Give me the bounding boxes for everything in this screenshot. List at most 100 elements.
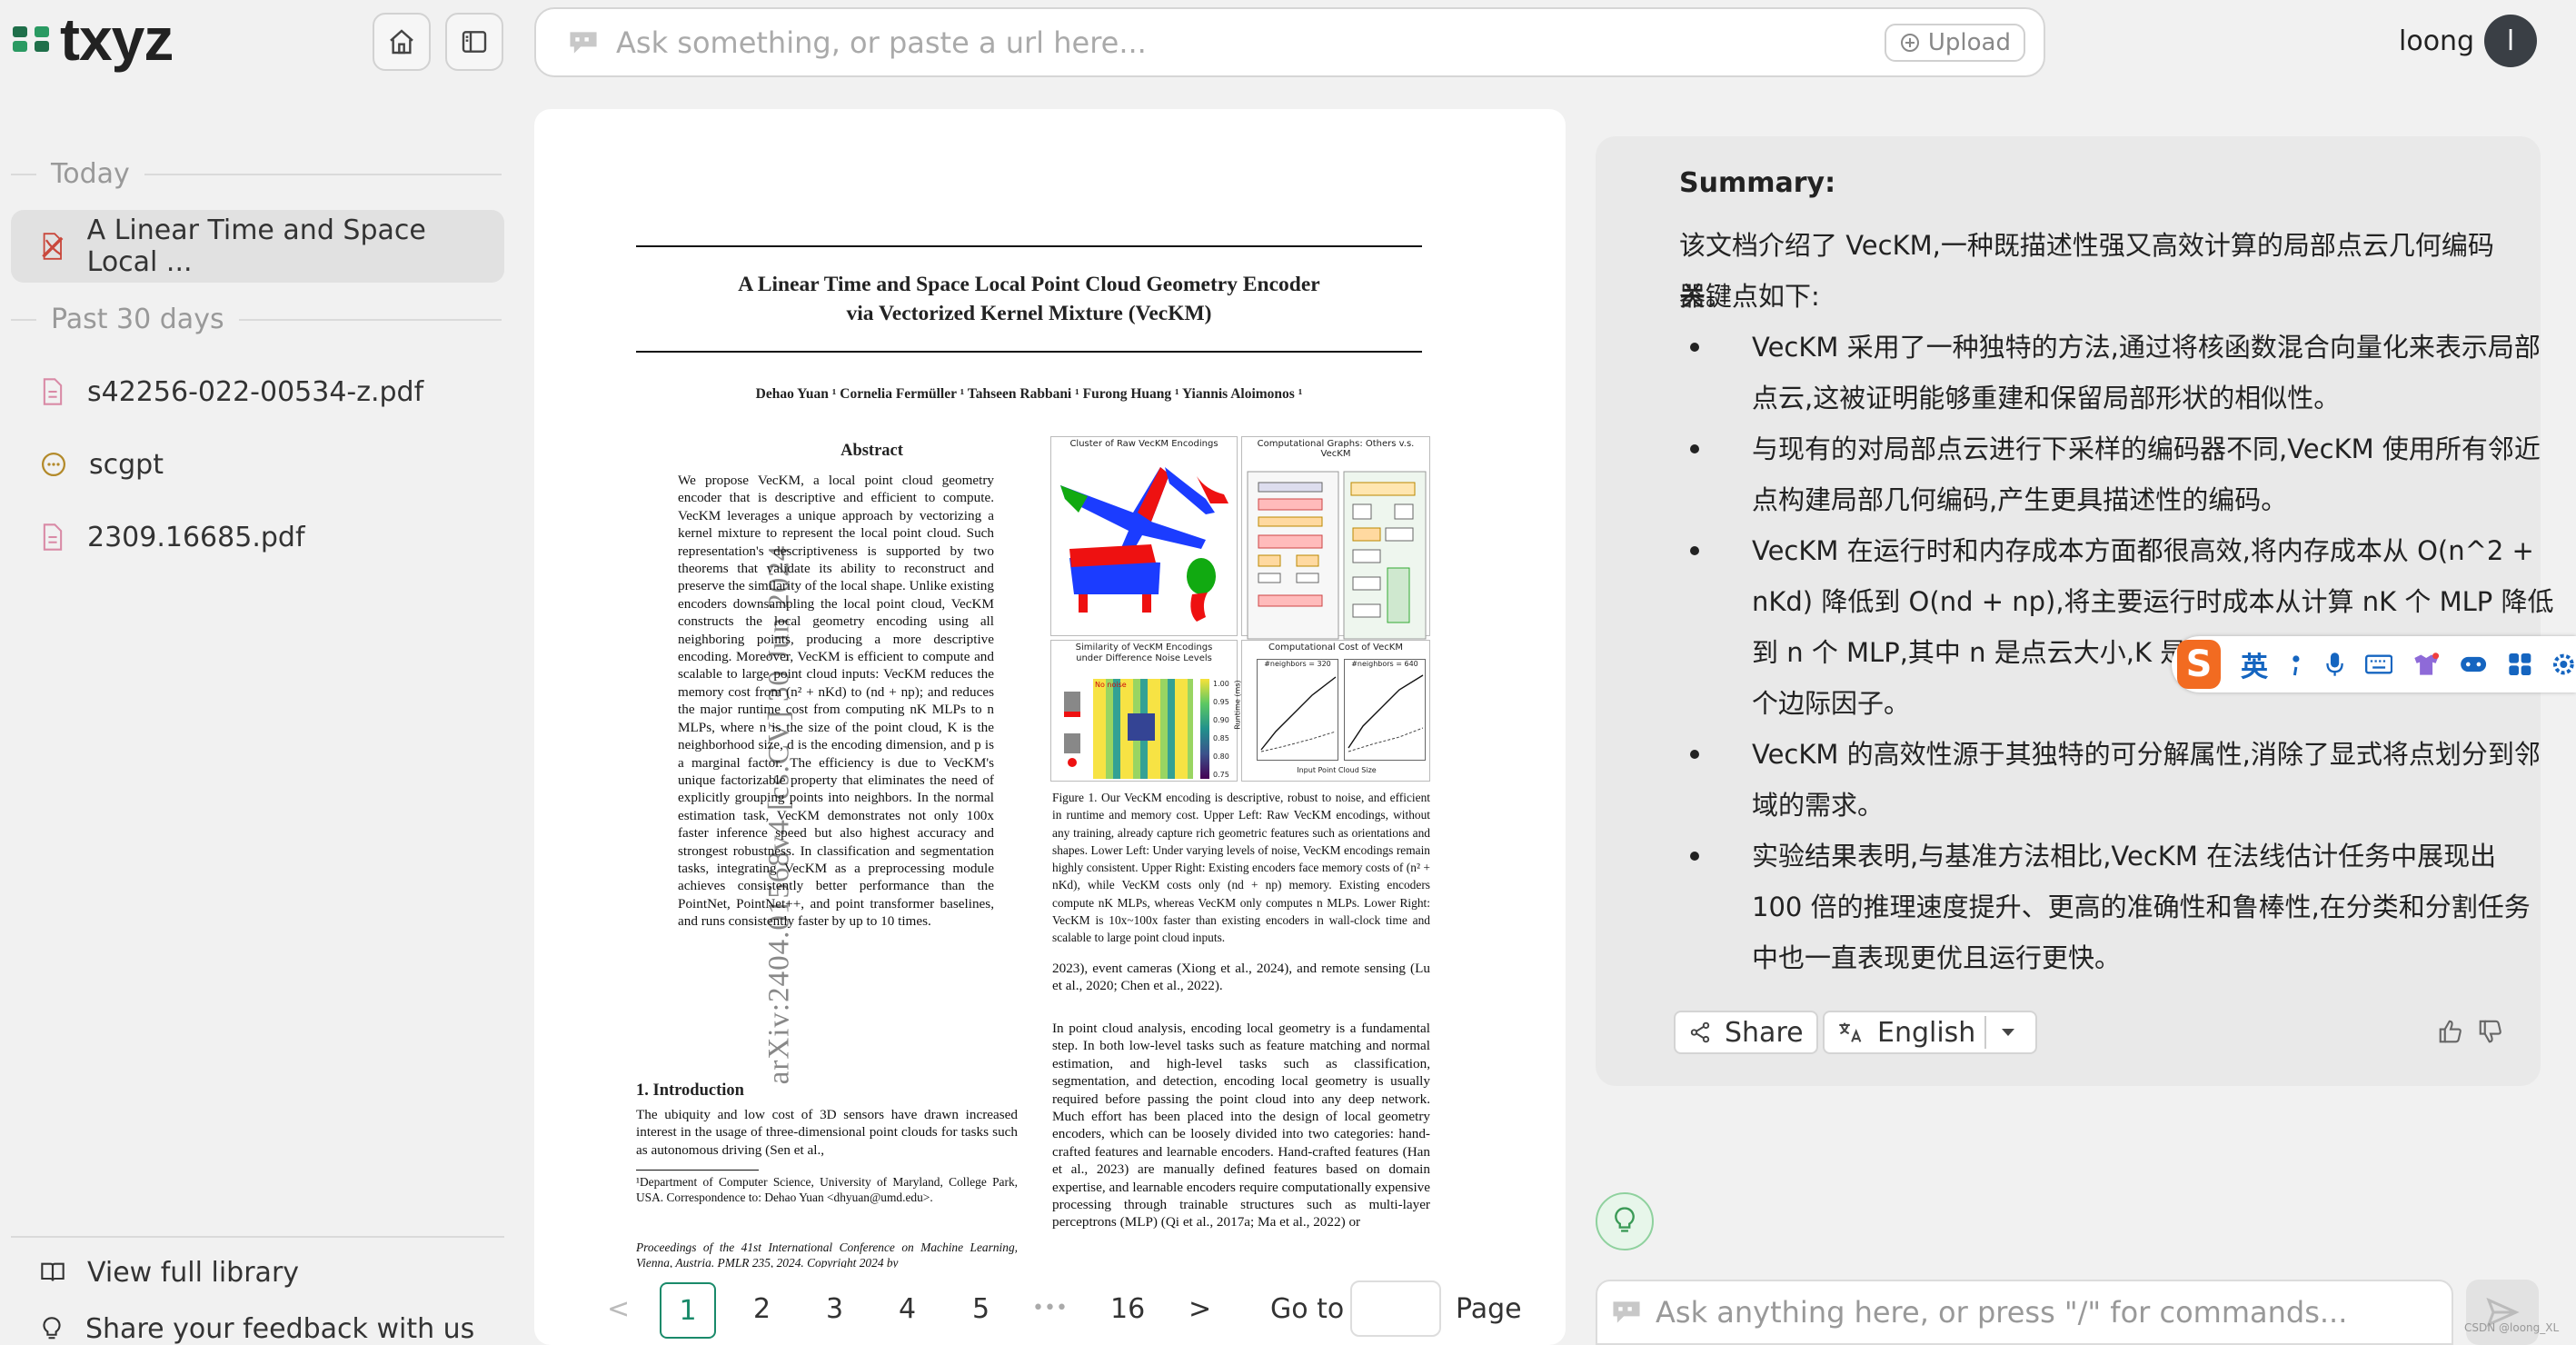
feedback-link[interactable]: Share your feedback with us xyxy=(11,1295,504,1345)
figure-panel-lower-left: Similarity of VecKM Encodings under Diff… xyxy=(1050,640,1238,782)
summary-bullet-line: VecKM 在运行时和内存成本方面都很高效,将内存成本从 O(n^2 + xyxy=(1752,535,2534,566)
ime-toolbar[interactable]: S 英 xyxy=(2172,636,2576,692)
plot-xlabel: Input Point Cloud Size xyxy=(1297,766,1377,774)
footnote-affiliation: ¹Department of Computer Science, Univers… xyxy=(636,1175,1018,1204)
section-title: Past 30 days xyxy=(51,304,224,335)
section-today: Today xyxy=(11,158,502,190)
colorbar-tick: 0.95 xyxy=(1213,698,1229,706)
punctuation-icon[interactable] xyxy=(2288,651,2304,678)
colorbar-ticks: 1.00 0.95 0.90 0.85 0.80 0.75 xyxy=(1213,675,1229,784)
toggle-sidebar-button[interactable] xyxy=(445,13,503,71)
language-label: English xyxy=(1877,1016,1976,1049)
avatar[interactable]: l xyxy=(2484,15,2537,67)
share-button[interactable]: Share xyxy=(1674,1011,1818,1054)
title-rule-bottom xyxy=(636,351,1422,353)
lightbulb-icon xyxy=(43,1316,61,1339)
sidebar-item-current-paper[interactable]: A Linear Time and Space Local ... xyxy=(11,210,504,283)
thumbs-down-icon[interactable] xyxy=(2477,1018,2504,1045)
summary-bullet-line: 到 n 个 MLP,其中 n 是点云大小,K 是邻 xyxy=(1752,637,2213,668)
figure-panel-label: Cluster of Raw VecKM Encodings xyxy=(1069,439,1218,449)
upload-button[interactable]: Upload xyxy=(1884,24,2025,62)
share-icon xyxy=(1690,1021,1710,1043)
similarity-heatmap: No noise xyxy=(1093,679,1193,779)
page-1-button[interactable]: 1 xyxy=(660,1282,716,1339)
summary-panel: Summary: 该文档介绍了 VecKM,一种既描述性强又高效计算的局部点云几… xyxy=(1596,136,2553,1086)
suggestions-button[interactable] xyxy=(1596,1192,1654,1250)
grid-apps-icon[interactable] xyxy=(2508,651,2532,678)
logo-icon xyxy=(13,26,49,52)
home-button[interactable] xyxy=(373,13,431,71)
thumbs-up-icon[interactable] xyxy=(2437,1018,2464,1045)
page-2-button[interactable]: 2 xyxy=(753,1293,771,1325)
watermark: CSDN @loong_XL xyxy=(2464,1321,2560,1334)
summary-bullet-line: nKd) 降低到 O(nd + np),将主要运行时成本从计算 nK 个 MLP… xyxy=(1752,586,2554,617)
skin-shirt-icon[interactable] xyxy=(2412,651,2440,678)
summary-bullet-line: 域的需求。 xyxy=(1752,790,1885,821)
sogou-logo-icon[interactable]: S xyxy=(2177,640,2222,689)
title-rule-top xyxy=(636,245,1422,247)
footnote-rule xyxy=(636,1170,759,1171)
ime-language-toggle[interactable]: 英 xyxy=(2241,644,2268,684)
goto-page-input[interactable] xyxy=(1350,1280,1441,1337)
chat-input-box[interactable]: Ask anything here, or press "/" for comm… xyxy=(1596,1280,2453,1345)
pagination: < 1 2 3 4 5 ••• 16 > Go to Page xyxy=(534,1275,1566,1345)
translate-icon xyxy=(1839,1022,1862,1042)
chat-input[interactable]: Ask anything here, or press "/" for comm… xyxy=(1656,1295,2347,1330)
summary-bullet-line: 中也一直表现更优且运行更快。 xyxy=(1752,942,2122,973)
share-label: Share xyxy=(1725,1016,1804,1049)
keyboard-icon[interactable] xyxy=(2364,652,2393,677)
sidebar-item-s42256[interactable]: s42256-022-00534-z.pdf xyxy=(11,355,504,428)
colorbar-tick: 0.90 xyxy=(1213,716,1229,724)
figure-panel-upper-right: Computational Graphs: Others v.s. VecKM xyxy=(1241,436,1430,640)
pdf-viewer[interactable]: A Linear Time and Space Local Point Clou… xyxy=(534,109,1566,1345)
search-input[interactable]: Ask something, or paste a url here... xyxy=(616,25,1147,60)
dropdown-arrow-icon xyxy=(2002,1029,2014,1036)
subplot-label: #neighbors = 640 xyxy=(1351,660,1418,668)
select-divider xyxy=(1984,1016,1986,1049)
pager-ellipsis[interactable]: ••• xyxy=(1032,1297,1068,1320)
sidebar-item-2309[interactable]: 2309.16685.pdf xyxy=(11,501,504,573)
microphone-icon[interactable] xyxy=(2324,649,2345,680)
plot-ylabel: Runtime (ms) xyxy=(1233,680,1242,730)
pdf-file-icon xyxy=(43,378,63,405)
sidebar-item-scgpt[interactable]: scgpt xyxy=(11,428,504,501)
logo[interactable]: txyz xyxy=(11,5,174,73)
colorbar-tick: 0.80 xyxy=(1213,752,1229,761)
settings-gear-icon[interactable] xyxy=(2551,651,2576,678)
search-bar[interactable]: Ask something, or paste a url here... Up… xyxy=(534,7,2045,77)
home-icon xyxy=(390,29,413,55)
sidebar-bottom-label: View full library xyxy=(87,1256,300,1289)
runtime-plot-640: #neighbors = 640 xyxy=(1344,659,1426,761)
page-5-button[interactable]: 5 xyxy=(972,1293,990,1325)
right-column-para2: In point cloud analysis, encoding local … xyxy=(1052,1021,1430,1230)
next-page-button[interactable]: > xyxy=(1189,1293,1211,1325)
section-past-30-days: Past 30 days xyxy=(11,304,502,335)
sidebar-bottom-label: Share your feedback with us xyxy=(85,1313,475,1345)
book-icon xyxy=(41,1262,65,1281)
footnote-proceedings: Proceedings of the 41st International Co… xyxy=(636,1240,1018,1268)
abstract-heading: Abstract xyxy=(840,442,903,460)
sidebar-item-label: s42256-022-00534-z.pdf xyxy=(87,375,424,408)
summary-title: Summary: xyxy=(1679,167,1836,199)
bullet-dot xyxy=(1690,750,1699,759)
gamepad-icon[interactable] xyxy=(2460,652,2487,677)
send-button[interactable] xyxy=(2466,1280,2539,1345)
summary-bullet-line: VecKM 采用了一种独特的方法,通过将核函数混合向量化来表示局部 xyxy=(1752,332,2541,363)
page-3-button[interactable]: 3 xyxy=(826,1293,843,1325)
figure-caption: Figure 1. Our VecKM encoding is descript… xyxy=(1052,791,1430,945)
page-4-button[interactable]: 4 xyxy=(899,1293,916,1325)
runtime-plot-320: #neighbors = 320 xyxy=(1257,659,1338,761)
upload-label: Upload xyxy=(1927,29,2011,56)
colorbar-tick: 1.00 xyxy=(1213,680,1229,688)
pdf-icon xyxy=(42,233,64,260)
colorbar-tick: 0.75 xyxy=(1213,771,1229,779)
page-16-button[interactable]: 16 xyxy=(1110,1293,1145,1325)
figure-panel-label: Similarity of VecKM Encodings under Diff… xyxy=(1075,643,1213,663)
summary-bullet-line: 个边际因子。 xyxy=(1752,688,1911,719)
language-select[interactable]: English xyxy=(1823,1011,2037,1054)
figure-panel-upper-left: Cluster of Raw VecKM Encodings xyxy=(1050,436,1238,636)
figure-panel-label: Computational Graphs: Others v.s. VecKM xyxy=(1257,439,1415,459)
plus-circle-icon xyxy=(1900,34,1919,52)
prev-page-button[interactable]: < xyxy=(607,1293,630,1325)
abstract-text: We propose VecKM, a local point cloud ge… xyxy=(678,473,994,930)
